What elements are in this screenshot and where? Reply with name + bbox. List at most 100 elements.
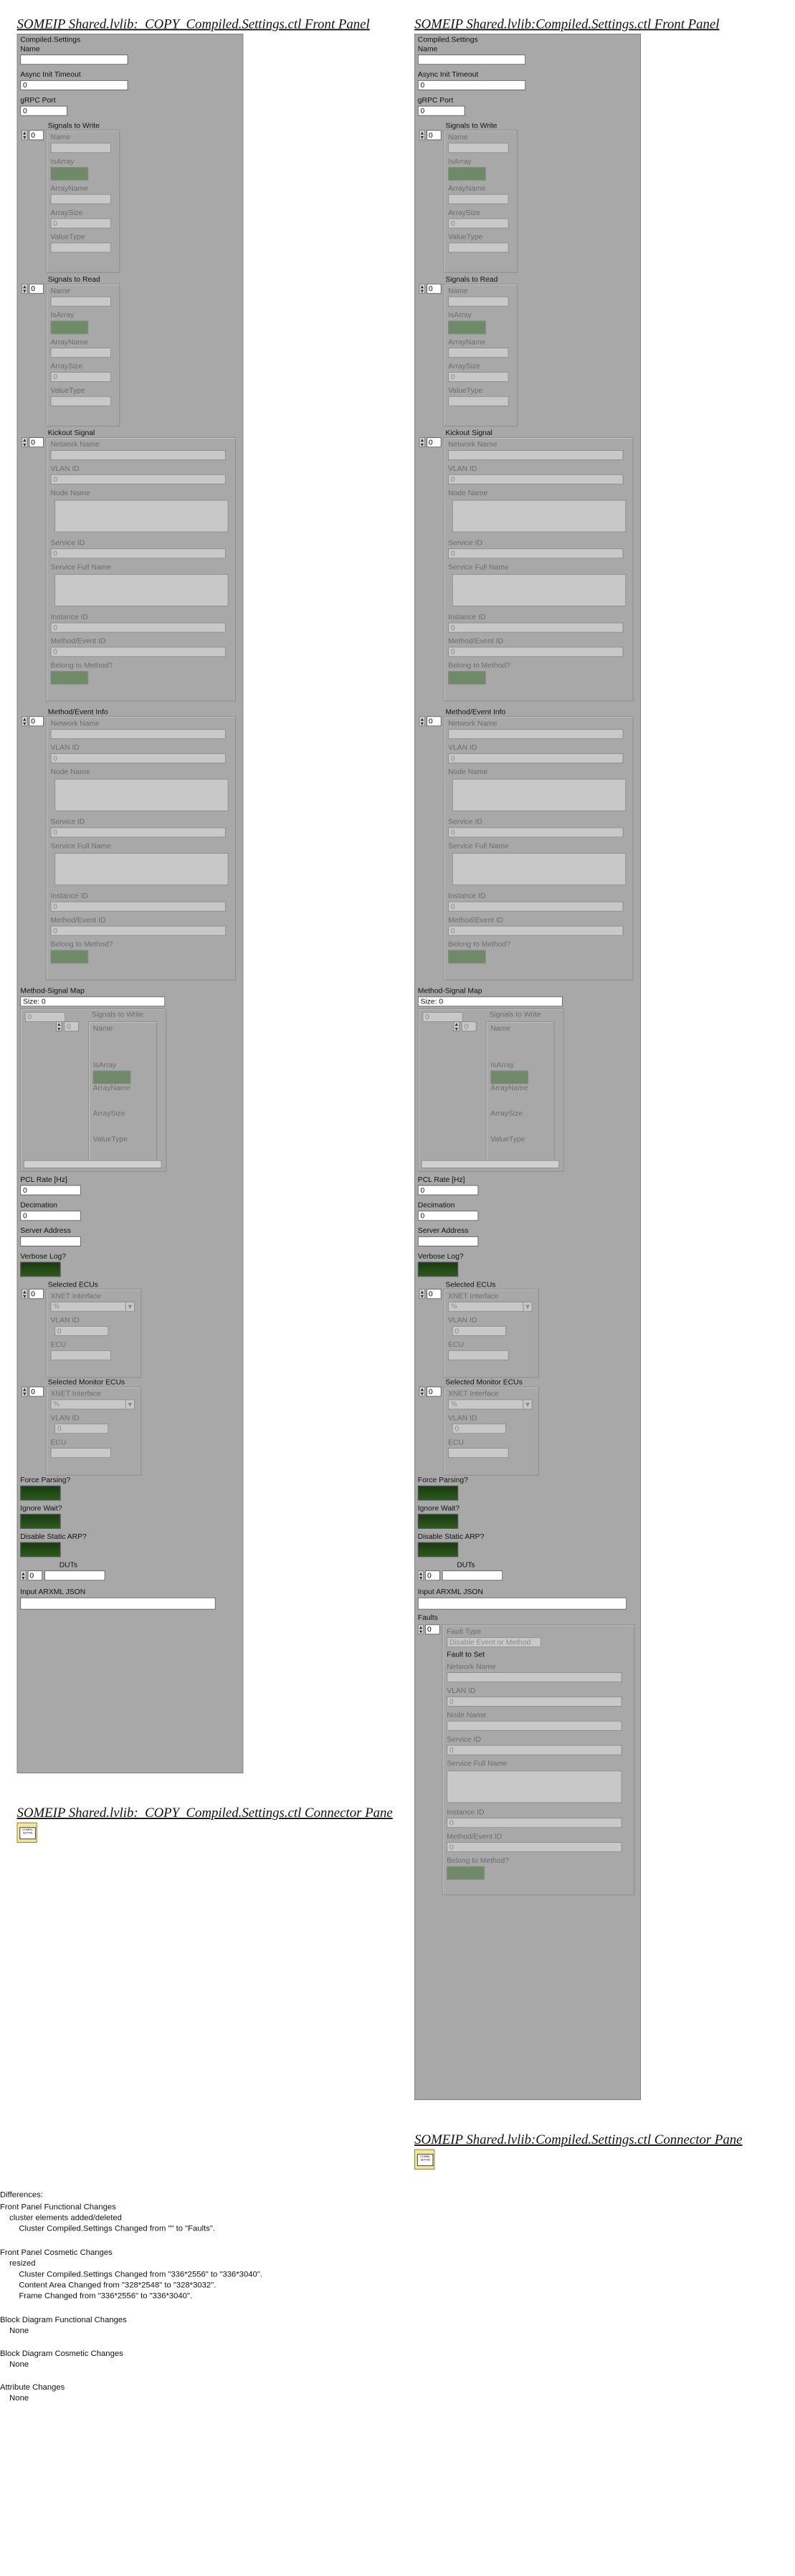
- map-spinner[interactable]: ▲ ▼: [453, 1021, 460, 1032]
- array-name-field[interactable]: [448, 194, 509, 204]
- is-array-toggle[interactable]: [50, 167, 89, 181]
- node-name-field[interactable]: [452, 778, 627, 811]
- method-event-info-index[interactable]: 0: [427, 716, 442, 727]
- ecu-field[interactable]: [50, 1350, 112, 1360]
- duts-index[interactable]: 0: [425, 1570, 440, 1581]
- input-arxml-field[interactable]: [20, 1597, 216, 1610]
- array-size-field[interactable]: 0: [448, 371, 509, 382]
- fault-network-name-field[interactable]: [447, 1672, 622, 1683]
- map-key-field[interactable]: 0: [24, 1011, 66, 1022]
- fault-node-name-field[interactable]: [447, 1720, 622, 1731]
- ignore-wait-toggle[interactable]: [417, 1514, 459, 1529]
- vlan-id-field[interactable]: 0: [50, 474, 226, 485]
- array-name-field[interactable]: [448, 348, 509, 358]
- node-name-field[interactable]: [452, 500, 627, 533]
- async-timeout-field[interactable]: 0: [20, 80, 128, 90]
- array-name-field[interactable]: [50, 348, 112, 358]
- selected-ecus-spinner[interactable]: ▲ ▼: [419, 1289, 426, 1299]
- method-event-id-field[interactable]: 0: [448, 925, 624, 936]
- signals-to-write-spinner[interactable]: ▲ ▼: [419, 130, 426, 140]
- array-size-field[interactable]: 0: [448, 218, 509, 229]
- map-scrollbar[interactable]: [421, 1160, 560, 1168]
- ecu-field[interactable]: [448, 1350, 509, 1360]
- signal-name-field[interactable]: [50, 143, 112, 153]
- server-address-field[interactable]: [20, 1236, 81, 1246]
- method-event-info-index[interactable]: 0: [29, 716, 44, 727]
- name-field[interactable]: [417, 54, 526, 65]
- instance-id-field[interactable]: 0: [50, 901, 226, 912]
- is-array-toggle[interactable]: [448, 320, 486, 335]
- selected-ecus-spinner[interactable]: ▲ ▼: [22, 1289, 28, 1299]
- signals-to-write-index[interactable]: 0: [29, 130, 44, 140]
- signal-name-field[interactable]: [448, 143, 509, 153]
- signals-to-write-spinner[interactable]: ▲ ▼: [22, 130, 28, 140]
- chevron-down-icon[interactable]: ▼: [523, 1400, 531, 1409]
- array-size-field[interactable]: 0: [50, 371, 112, 382]
- instance-id-field[interactable]: 0: [448, 901, 624, 912]
- verbose-log-toggle[interactable]: [20, 1261, 61, 1277]
- service-full-name-field[interactable]: [54, 573, 229, 606]
- selected-monitor-ecus-spinner[interactable]: ▲ ▼: [419, 1386, 426, 1397]
- network-name-field[interactable]: [448, 449, 624, 461]
- signals-to-read-index[interactable]: 0: [29, 283, 44, 294]
- value-type-field[interactable]: [50, 396, 112, 406]
- map-signal-index[interactable]: 0: [64, 1021, 79, 1032]
- server-address-field[interactable]: [417, 1236, 479, 1246]
- method-event-id-field[interactable]: 0: [50, 647, 226, 657]
- service-full-name-field[interactable]: [452, 573, 627, 606]
- fault-service-id-field[interactable]: 0: [447, 1745, 622, 1755]
- vlan-id-field[interactable]: 0: [452, 1423, 506, 1434]
- service-id-field[interactable]: 0: [50, 548, 226, 559]
- vlan-id-field[interactable]: 0: [54, 1325, 109, 1337]
- signals-to-write-index[interactable]: 0: [427, 130, 442, 140]
- kickout-signal-index[interactable]: 0: [427, 437, 442, 448]
- ignore-wait-toggle[interactable]: [20, 1514, 61, 1529]
- vlan-id-field[interactable]: 0: [448, 753, 624, 764]
- pcl-rate-field[interactable]: 0: [20, 1185, 81, 1196]
- fault-vlan-id-field[interactable]: 0: [447, 1696, 622, 1707]
- selected-monitor-ecus-index[interactable]: 0: [29, 1386, 44, 1397]
- method-event-id-field[interactable]: 0: [50, 925, 226, 936]
- is-array-toggle[interactable]: [50, 320, 89, 335]
- signals-to-read-spinner[interactable]: ▲ ▼: [419, 283, 426, 294]
- grpc-port-field[interactable]: 0: [20, 105, 68, 116]
- method-event-id-field[interactable]: 0: [448, 647, 624, 657]
- network-name-field[interactable]: [50, 729, 226, 740]
- kickout-signal-spinner[interactable]: ▲ ▼: [419, 437, 426, 448]
- fault-instance-id-field[interactable]: 0: [447, 1818, 622, 1828]
- fault-service-full-name-field[interactable]: [447, 1770, 622, 1803]
- array-name-field[interactable]: [50, 194, 112, 204]
- value-type-field[interactable]: [50, 242, 112, 253]
- service-full-name-field[interactable]: [54, 853, 229, 886]
- duts-field[interactable]: [44, 1570, 105, 1581]
- service-full-name-field[interactable]: [452, 853, 627, 886]
- fault-belong-toggle[interactable]: [447, 1866, 485, 1880]
- xnet-interface-select[interactable]: % ▼: [448, 1399, 533, 1410]
- belong-to-method-toggle[interactable]: [448, 671, 486, 685]
- duts-spinner[interactable]: ▲ ▼: [417, 1570, 424, 1581]
- belong-to-method-toggle[interactable]: [50, 950, 89, 964]
- duts-spinner[interactable]: ▲ ▼: [20, 1570, 27, 1581]
- network-name-field[interactable]: [50, 449, 226, 461]
- selected-ecus-index[interactable]: 0: [427, 1289, 442, 1299]
- map-isarray-toggle[interactable]: [92, 1070, 131, 1084]
- decimation-field[interactable]: 0: [417, 1211, 479, 1221]
- ecu-field[interactable]: [50, 1448, 112, 1459]
- map-scrollbar[interactable]: [23, 1160, 162, 1168]
- disable-static-arp-toggle[interactable]: [417, 1542, 459, 1557]
- service-id-field[interactable]: 0: [448, 827, 624, 838]
- signals-to-read-index[interactable]: 0: [427, 283, 442, 294]
- node-name-field[interactable]: [54, 500, 229, 533]
- force-parsing-toggle[interactable]: [417, 1485, 459, 1501]
- faults-index[interactable]: 0: [425, 1624, 440, 1635]
- method-event-info-spinner[interactable]: ▲ ▼: [22, 716, 28, 727]
- vlan-id-field[interactable]: 0: [54, 1423, 109, 1434]
- method-event-info-spinner[interactable]: ▲ ▼: [419, 716, 426, 727]
- signals-to-read-spinner[interactable]: ▲ ▼: [22, 283, 28, 294]
- disable-static-arp-toggle[interactable]: [20, 1542, 61, 1557]
- selected-monitor-ecus-spinner[interactable]: ▲ ▼: [22, 1386, 28, 1397]
- value-type-field[interactable]: [448, 396, 509, 406]
- map-key-field[interactable]: 0: [422, 1011, 463, 1022]
- array-size-field[interactable]: 0: [50, 218, 112, 229]
- xnet-interface-select[interactable]: % ▼: [448, 1302, 533, 1312]
